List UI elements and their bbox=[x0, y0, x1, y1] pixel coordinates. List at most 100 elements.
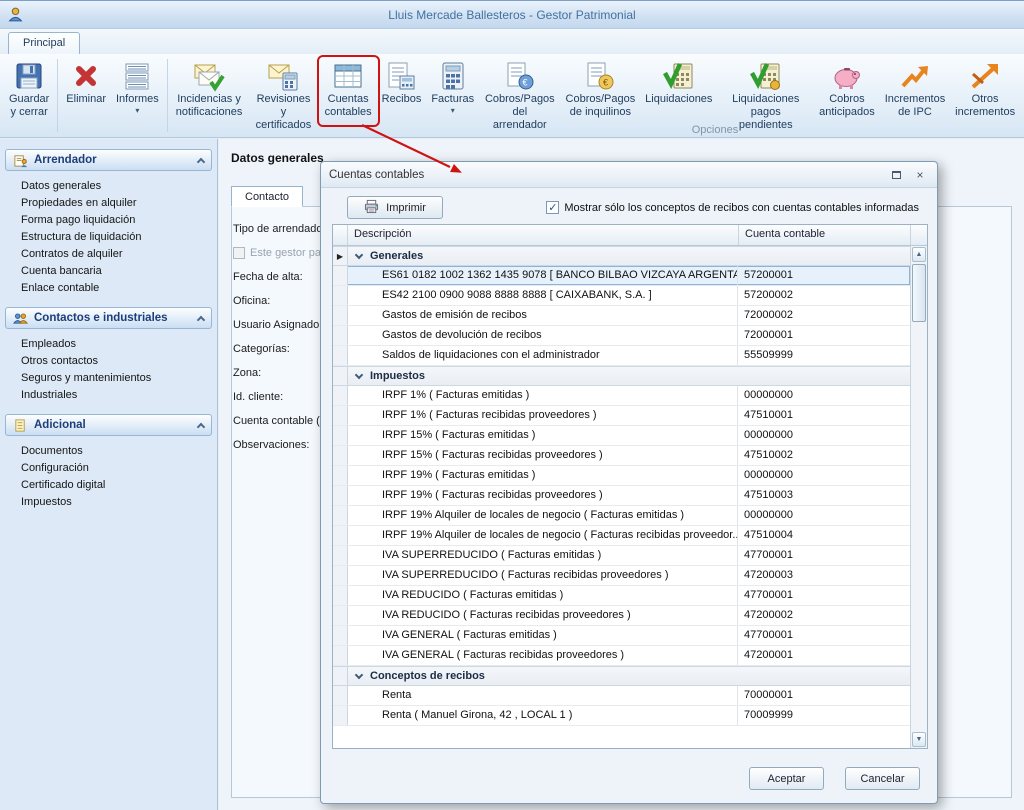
group-row-conceptos-de-recibos[interactable]: Conceptos de recibos bbox=[333, 666, 910, 686]
ribbon-button-liquidaciones[interactable]: Liquidaciones bbox=[640, 58, 717, 124]
field-id-cliente: Id. cliente: bbox=[233, 391, 283, 403]
sidebar-item-impuestos[interactable]: Impuestos bbox=[21, 493, 212, 510]
grid-row[interactable]: Gastos de emisión de recibos72000002 bbox=[333, 306, 910, 326]
row-indicator bbox=[333, 626, 348, 645]
grid-row[interactable]: IRPF 19% ( Facturas recibidas proveedore… bbox=[333, 486, 910, 506]
sidebar-item-seguros-y-mantenimientos[interactable]: Seguros y mantenimientos bbox=[21, 369, 212, 386]
sidebar-item-configuraci-n[interactable]: Configuración bbox=[21, 459, 212, 476]
cancel-button[interactable]: Cancelar bbox=[845, 767, 920, 790]
ribbon-button-facturas[interactable]: Facturas▾ bbox=[426, 58, 479, 124]
row-indicator bbox=[333, 286, 348, 305]
scrollbar-track[interactable] bbox=[911, 263, 927, 731]
grid-row[interactable]: IVA SUPERREDUCIDO ( Facturas emitidas )4… bbox=[333, 546, 910, 566]
grid-row[interactable]: IRPF 1% ( Facturas emitidas )00000000 bbox=[333, 386, 910, 406]
ribbon-button-recibos[interactable]: Recibos bbox=[377, 58, 427, 124]
restore-icon bbox=[892, 171, 901, 179]
print-button[interactable]: Imprimir bbox=[347, 196, 443, 219]
sidebar-section-arrendador[interactable]: Arrendador bbox=[5, 149, 212, 171]
ribbon-button-incrementos-de-ipc[interactable]: Incrementos de IPC bbox=[880, 58, 950, 124]
ribbon-button-informes[interactable]: Informes▾ bbox=[111, 58, 164, 124]
user-person-icon bbox=[7, 6, 24, 23]
landlord-payments-icon: € bbox=[504, 60, 536, 92]
grid-row[interactable]: Renta ( Manuel Girona, 42 , LOCAL 1 )700… bbox=[333, 706, 910, 726]
svg-text:€: € bbox=[603, 78, 608, 88]
checkbox-icon[interactable] bbox=[233, 247, 245, 259]
group-cell: Generales bbox=[348, 247, 910, 265]
sidebar-item-certificado-digital[interactable]: Certificado digital bbox=[21, 476, 212, 493]
settlements-icon bbox=[663, 60, 695, 92]
expand-chevron-icon[interactable] bbox=[355, 251, 363, 259]
expand-chevron-icon[interactable] bbox=[355, 371, 363, 379]
group-label: Conceptos de recibos bbox=[370, 667, 485, 685]
cuentas-contables-dialog: Cuentas contables × Imprimir ✓ Mostrar s… bbox=[320, 161, 938, 804]
ribbon-button-guardar-y-cerrar[interactable]: Guardar y cerrar bbox=[4, 58, 54, 124]
accounts-grid: Descripción Cuenta contable ▶GeneralesES… bbox=[332, 224, 928, 749]
grid-row[interactable]: IRPF 15% ( Facturas recibidas proveedore… bbox=[333, 446, 910, 466]
ribbon-button-label: Liquidaciones bbox=[645, 93, 712, 106]
cell-cuenta-contable: 47700001 bbox=[738, 586, 910, 605]
scroll-down-icon[interactable]: ▼ bbox=[912, 732, 926, 747]
sidebar-item-enlace-contable[interactable]: Enlace contable bbox=[21, 279, 212, 296]
column-header-descripcion[interactable]: Descripción bbox=[348, 225, 739, 245]
sidebar-item-forma-pago-liquidaci-n[interactable]: Forma pago liquidación bbox=[21, 211, 212, 228]
scroll-up-icon[interactable]: ▲ bbox=[912, 247, 926, 262]
tab-principal[interactable]: Principal bbox=[8, 32, 80, 54]
filter-checkbox[interactable]: ✓ Mostrar sólo los conceptos de recibos … bbox=[546, 201, 919, 214]
sidebar-item-estructura-de-liquidaci-n[interactable]: Estructura de liquidación bbox=[21, 228, 212, 245]
expand-chevron-icon[interactable] bbox=[355, 671, 363, 679]
grid-row[interactable]: IRPF 19% ( Facturas emitidas )00000000 bbox=[333, 466, 910, 486]
ribbon-button-cobros-anticipados[interactable]: Cobros anticipados bbox=[814, 58, 880, 124]
sidebar-item-empleados[interactable]: Empleados bbox=[21, 335, 212, 352]
column-header-cuenta-contable[interactable]: Cuenta contable bbox=[739, 225, 911, 245]
sidebar-item-cuenta-bancaria[interactable]: Cuenta bancaria bbox=[21, 262, 212, 279]
sidebar-section-contactos-e-industriales[interactable]: Contactos e industriales bbox=[5, 307, 212, 329]
grid-row[interactable]: IVA REDUCIDO ( Facturas recibidas provee… bbox=[333, 606, 910, 626]
ribbon-button-liquidaciones-pagos-pendientes[interactable]: Liquidaciones pagos pendientes bbox=[717, 58, 814, 124]
grid-row[interactable]: IRPF 19% Alquiler de locales de negocio … bbox=[333, 506, 910, 526]
cell-descripcion: IRPF 19% ( Facturas emitidas ) bbox=[348, 466, 738, 485]
ribbon-button-cobros-pagos-del-arrendador[interactable]: €Cobros/Pagos del arrendador bbox=[479, 58, 560, 124]
grid-row[interactable]: IRPF 1% ( Facturas recibidas proveedores… bbox=[333, 406, 910, 426]
dialog-restore-button[interactable] bbox=[887, 167, 905, 183]
grid-scrollbar[interactable]: ▲ ▼ bbox=[910, 246, 927, 748]
grid-row[interactable]: ES42 2100 0900 9088 8888 8888 [ CAIXABAN… bbox=[333, 286, 910, 306]
ribbon-button-eliminar[interactable]: Eliminar bbox=[61, 58, 111, 124]
row-indicator bbox=[333, 306, 348, 325]
ribbon-button-revisiones-y-certificados[interactable]: Revisiones y certificados bbox=[247, 58, 319, 124]
sidebar-item-datos-generales[interactable]: Datos generales bbox=[21, 177, 212, 194]
ribbon-button-otros-incrementos[interactable]: Otros incrementos bbox=[950, 58, 1020, 124]
grid-row[interactable]: IVA GENERAL ( Facturas recibidas proveed… bbox=[333, 646, 910, 666]
ribbon-button-label: Recibos bbox=[382, 93, 422, 106]
ribbon-button-cobros-pagos-de-inquilinos[interactable]: €Cobros/Pagos de inquilinos bbox=[561, 58, 641, 124]
accept-button[interactable]: Aceptar bbox=[749, 767, 824, 790]
group-row-impuestos[interactable]: Impuestos bbox=[333, 366, 910, 386]
sidebar-item-propiedades-en-alquiler[interactable]: Propiedades en alquiler bbox=[21, 194, 212, 211]
sidebar-item-industriales[interactable]: Industriales bbox=[21, 386, 212, 403]
grid-row[interactable]: ES61 0182 1002 1362 1435 9078 [ BANCO BI… bbox=[333, 266, 910, 286]
tenant-payments-icon: € bbox=[584, 60, 616, 92]
ribbon-button-incidencias-y-notificaciones[interactable]: Incidencias y notificaciones bbox=[171, 58, 248, 124]
row-indicator bbox=[333, 546, 348, 565]
grid-row[interactable]: Renta70000001 bbox=[333, 686, 910, 706]
sidebar-section-adicional[interactable]: Adicional bbox=[5, 414, 212, 436]
sidebar-item-otros-contactos[interactable]: Otros contactos bbox=[21, 352, 212, 369]
group-row-generales[interactable]: ▶Generales bbox=[333, 246, 910, 266]
checkbox-checked-icon[interactable]: ✓ bbox=[546, 201, 559, 214]
grid-row[interactable]: Saldos de liquidaciones con el administr… bbox=[333, 346, 910, 366]
scrollbar-thumb[interactable] bbox=[912, 264, 926, 322]
grid-row[interactable]: Gastos de devolución de recibos72000001 bbox=[333, 326, 910, 346]
sidebar-item-contratos-de-alquiler[interactable]: Contratos de alquiler bbox=[21, 245, 212, 262]
sidebar-item-documentos[interactable]: Documentos bbox=[21, 442, 212, 459]
grid-row[interactable]: IRPF 19% Alquiler de locales de negocio … bbox=[333, 526, 910, 546]
grid-row[interactable]: IVA SUPERREDUCIDO ( Facturas recibidas p… bbox=[333, 566, 910, 586]
tab-contacto[interactable]: Contacto bbox=[231, 186, 303, 207]
ipc-increase-icon bbox=[899, 60, 931, 92]
dialog-close-button[interactable]: × bbox=[911, 167, 929, 183]
grid-row[interactable]: IRPF 15% ( Facturas emitidas )00000000 bbox=[333, 426, 910, 446]
grid-row[interactable]: IVA REDUCIDO ( Facturas emitidas )477000… bbox=[333, 586, 910, 606]
ribbon-button-label: Guardar y cerrar bbox=[9, 93, 49, 119]
other-increase-icon bbox=[969, 60, 1001, 92]
ribbon-button-label: Eliminar bbox=[66, 93, 106, 106]
grid-row[interactable]: IVA GENERAL ( Facturas emitidas )4770000… bbox=[333, 626, 910, 646]
ribbon-button-cuentas-contables[interactable]: Cuentas contables bbox=[320, 58, 377, 124]
